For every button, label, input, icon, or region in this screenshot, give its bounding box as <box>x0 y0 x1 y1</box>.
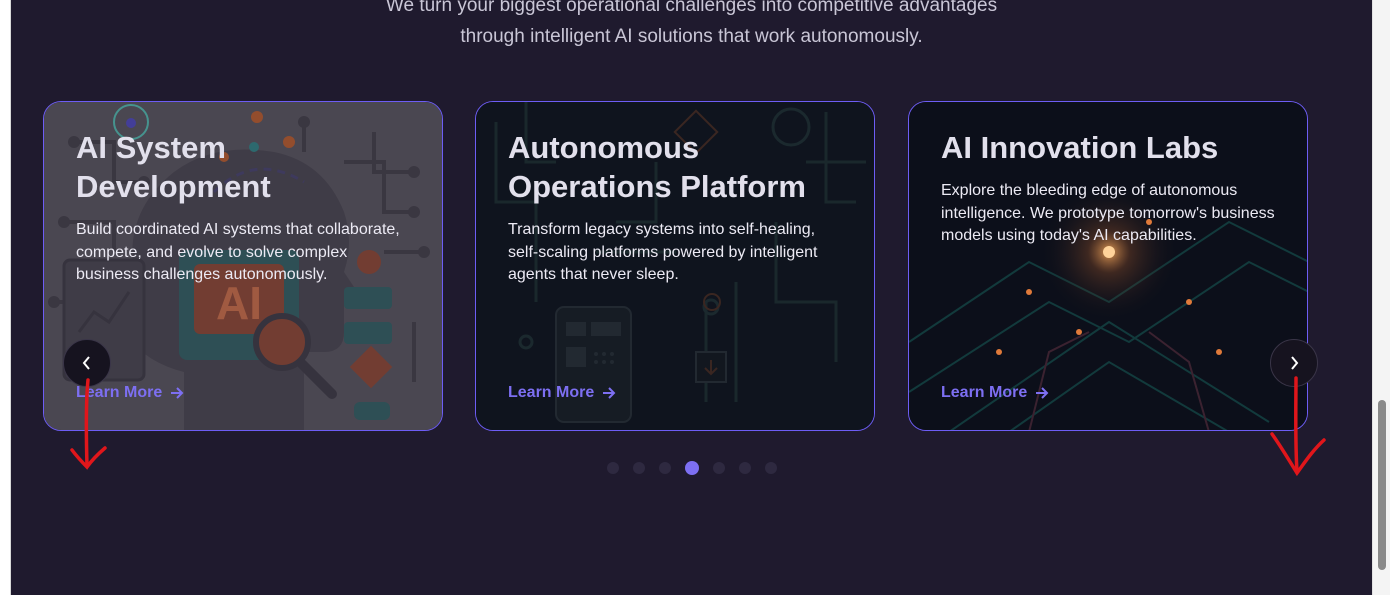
card-content: Autonomous Operations Platform Transform… <box>508 128 846 287</box>
carousel-dots <box>11 461 1372 475</box>
learn-more-link[interactable]: Learn More <box>76 384 184 402</box>
chevron-right-icon <box>1291 356 1299 370</box>
card-description: Explore the bleeding edge of autonomous … <box>941 182 1275 244</box>
arrow-right-icon <box>171 387 184 399</box>
arrow-right-icon <box>603 387 616 399</box>
subtitle-line-1: We turn your biggest operational challen… <box>385 0 998 16</box>
card-content: AI System Development Build coordinated … <box>76 128 414 287</box>
chevron-left-icon <box>82 356 90 370</box>
card-description: Transform legacy systems into self-heali… <box>508 221 818 283</box>
arrow-right-icon <box>1036 387 1049 399</box>
carousel-dot[interactable] <box>632 462 645 474</box>
card-title: Autonomous Operations Platform <box>508 130 806 204</box>
learn-more-link[interactable]: Learn More <box>941 384 1049 402</box>
carousel-dot[interactable] <box>764 462 777 474</box>
carousel-dot[interactable] <box>712 462 725 474</box>
carousel-prev-button[interactable] <box>63 339 111 387</box>
learn-more-label: Learn More <box>941 384 1028 401</box>
vertical-scrollbar[interactable] <box>1372 0 1390 595</box>
service-card-ai-system-development[interactable]: AI AI System Development Build coordinat… <box>43 101 443 431</box>
services-section: We turn your biggest operational challen… <box>11 0 1372 595</box>
card-description: Build coordinated AI systems that collab… <box>76 221 400 283</box>
carousel-dot[interactable] <box>738 462 751 474</box>
browser-left-edge <box>0 0 11 595</box>
carousel-dot[interactable] <box>606 462 619 474</box>
section-subtitle: We turn your biggest operational challen… <box>11 0 1372 52</box>
card-title: AI Innovation Labs <box>941 130 1219 165</box>
carousel-dot-active[interactable] <box>684 461 699 475</box>
carousel-next-button[interactable] <box>1270 339 1318 387</box>
learn-more-label: Learn More <box>508 384 595 401</box>
learn-more-link[interactable]: Learn More <box>508 384 616 402</box>
card-title: AI System Development <box>76 130 271 204</box>
service-card-ai-innovation-labs[interactable]: AI Innovation Labs Explore the bleeding … <box>908 101 1308 431</box>
scrollbar-thumb[interactable] <box>1378 400 1386 570</box>
carousel-dot[interactable] <box>658 462 671 474</box>
card-content: AI Innovation Labs Explore the bleeding … <box>941 128 1279 248</box>
service-card-autonomous-operations[interactable]: Autonomous Operations Platform Transform… <box>475 101 875 431</box>
subtitle-line-2: through intelligent AI solutions that wo… <box>460 26 923 47</box>
